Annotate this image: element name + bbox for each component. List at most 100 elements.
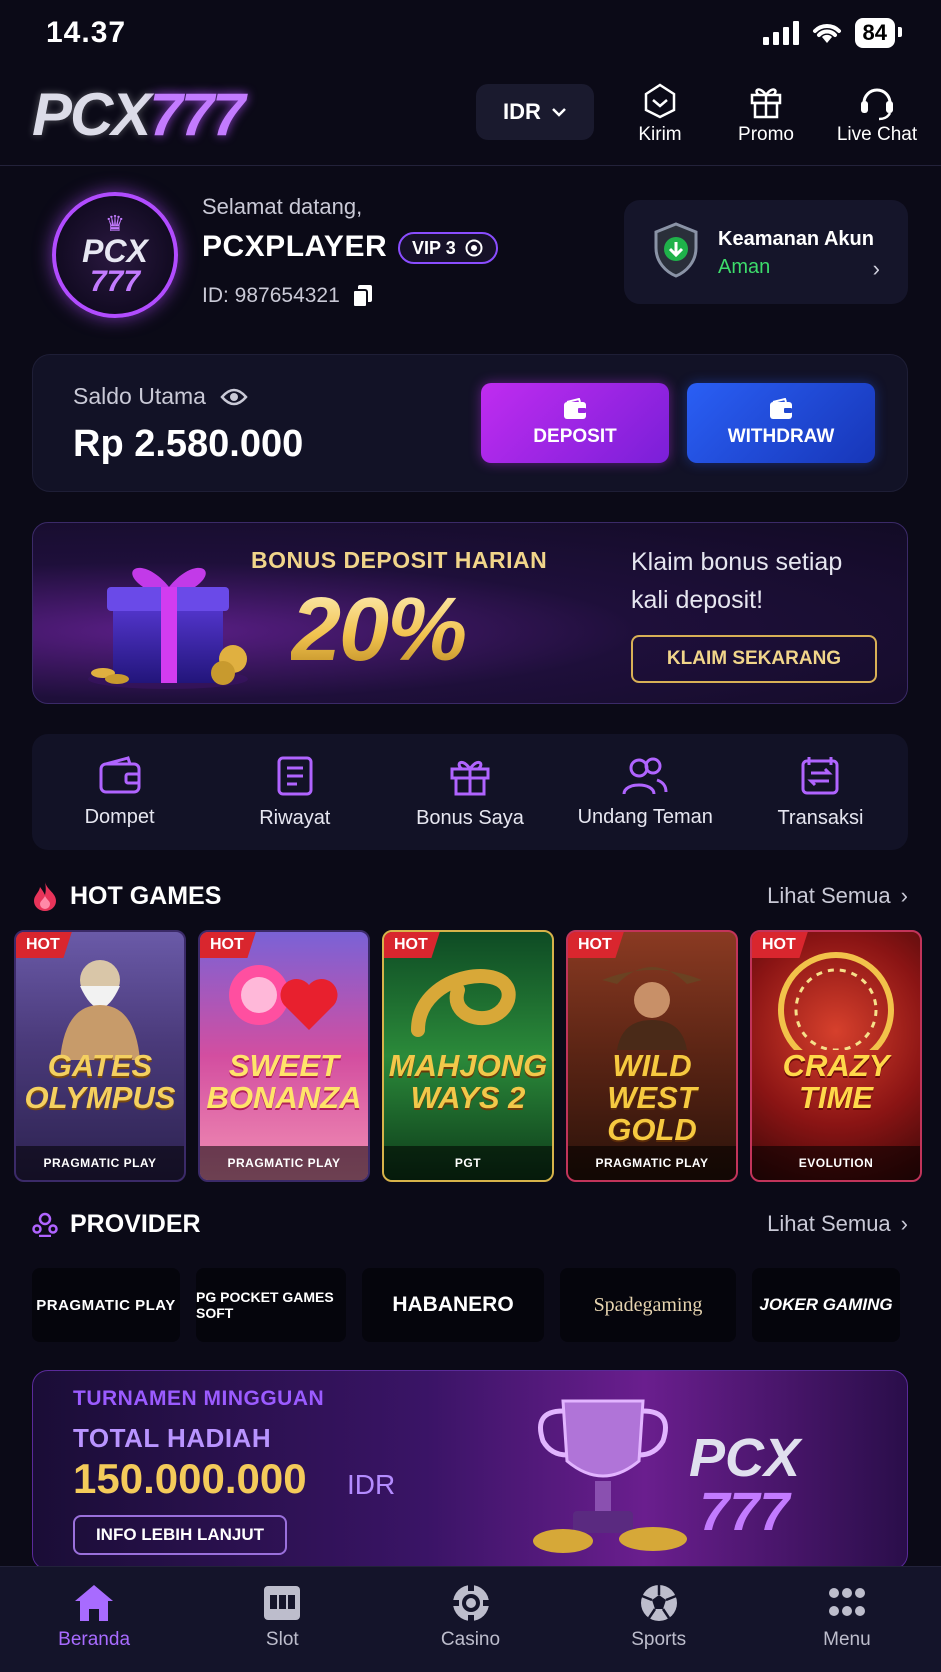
- provider-list: PRAGMATIC PLAY PG POCKET GAMES SOFT HABA…: [32, 1268, 908, 1342]
- currency-label: IDR: [503, 99, 541, 124]
- nav-sports[interactable]: Sports: [565, 1567, 753, 1672]
- hot-games-title: HOT GAMES: [70, 881, 222, 910]
- hot-games-list: HOT GATES OLYMPUS PRAGMATIC PLAY HOT SWE…: [14, 930, 941, 1182]
- wallet-icon: [99, 755, 141, 793]
- nav-label: Slot: [265, 1629, 299, 1650]
- quick-item-transaksi[interactable]: Transaksi: [733, 734, 908, 850]
- hot-badge: HOT: [200, 932, 256, 958]
- transaction-icon: [801, 756, 839, 794]
- deposit-button[interactable]: DEPOSIT: [481, 383, 669, 463]
- game-provider: PRAGMATIC PLAY: [200, 1146, 368, 1180]
- currency-selector[interactable]: IDR: [476, 84, 594, 140]
- promo-percentage: 20%: [291, 580, 467, 680]
- trophy-illustration: [533, 1399, 687, 1553]
- withdraw-button[interactable]: WITHDRAW: [687, 383, 875, 463]
- grid-icon: [828, 1588, 865, 1616]
- game-card-mahjong-ways-2[interactable]: HOT MAHJONG WAYS 2 PGT: [382, 930, 554, 1182]
- claim-now-button[interactable]: KLAIM SEKARANG: [631, 635, 877, 683]
- promo-title: BONUS DEPOSIT HARIAN: [251, 547, 548, 573]
- promo-label: Promo: [738, 124, 794, 145]
- fire-icon: [34, 882, 56, 911]
- bottom-navigation: Beranda Slot Casino Sports Menu: [0, 1566, 941, 1672]
- chevron-right-icon: ›: [900, 883, 908, 908]
- zeus-illustration: [60, 960, 140, 1060]
- provider-habanero[interactable]: HABANERO: [362, 1268, 544, 1342]
- hot-badge: HOT: [752, 932, 808, 958]
- battery-indicator: 84: [854, 18, 903, 48]
- avatar[interactable]: ♛ PCX 777: [52, 192, 178, 318]
- nav-slot[interactable]: Slot: [188, 1567, 376, 1672]
- nav-label: Menu: [823, 1629, 871, 1650]
- signal-icon: [762, 21, 799, 45]
- game-name: GATES OLYMPUS: [24, 1048, 176, 1115]
- provider-joker-gaming[interactable]: JOKER GAMING: [752, 1268, 900, 1342]
- provider-header: PROVIDER Lihat Semua ›: [32, 1204, 908, 1244]
- chevron-right-icon: ›: [872, 256, 880, 281]
- game-card-wild-west-gold[interactable]: HOT WILD WEST GOLD PRAGMATIC PLAY: [566, 930, 738, 1182]
- quick-label: Dompet: [84, 805, 155, 828]
- live-chat-button[interactable]: Live Chat: [822, 78, 932, 146]
- account-security-card[interactable]: Keamanan Akun Aman ›: [624, 200, 908, 304]
- gift-icon: [450, 760, 490, 795]
- wheel-illustration: [778, 952, 894, 1050]
- headset-icon: [861, 88, 893, 121]
- game-provider: PGT: [384, 1146, 552, 1180]
- game-card-sweet-bonanza[interactable]: HOT SWEET BONANZA PRAGMATIC PLAY: [198, 930, 370, 1182]
- kirim-label: Kirim: [638, 124, 682, 145]
- quick-item-dompet[interactable]: Dompet: [32, 734, 207, 850]
- shield-check-icon: [654, 222, 698, 278]
- withdraw-label: WITHDRAW: [727, 426, 835, 447]
- tournament-banner[interactable]: TURNAMEN MINGGUAN TOTAL HADIAH 150.000.0…: [32, 1370, 908, 1570]
- copy-icon[interactable]: [351, 284, 374, 308]
- balance-label: Saldo Utama: [73, 383, 206, 409]
- nav-casino[interactable]: Casino: [376, 1567, 564, 1672]
- info-button[interactable]: INFO LEBIH LANJUT: [73, 1515, 287, 1555]
- hot-badge: HOT: [16, 932, 72, 958]
- nav-label: Casino: [440, 1629, 501, 1650]
- hot-games-header: HOT GAMES Lihat Semua ›: [32, 876, 908, 916]
- game-card-crazy-time[interactable]: HOT CRAZY TIME EVOLUTION: [750, 930, 922, 1182]
- provider-pg-soft[interactable]: PG POCKET GAMES SOFT: [196, 1268, 346, 1342]
- vip-badge[interactable]: VIP 3: [398, 232, 498, 264]
- promo-button[interactable]: Promo: [716, 78, 816, 146]
- username: PCXPLAYER: [202, 230, 388, 263]
- security-status: Aman: [718, 256, 771, 278]
- game-provider: PRAGMATIC PLAY: [568, 1146, 736, 1180]
- nav-menu[interactable]: Menu: [753, 1567, 941, 1672]
- hot-badge: HOT: [568, 932, 624, 958]
- daily-bonus-banner[interactable]: BONUS DEPOSIT HARIAN 20% Klaim bonus set…: [32, 522, 908, 704]
- gift-icon: [750, 88, 782, 119]
- slot-icon: [264, 1586, 301, 1620]
- quick-item-riwayat[interactable]: Riwayat: [207, 734, 382, 850]
- user-id-text: ID: 987654321: [202, 284, 340, 307]
- balance-label-row: Saldo Utama: [73, 383, 248, 410]
- tournament-title: TURNAMEN MINGGUAN: [73, 1387, 325, 1410]
- hot-badge: HOT: [384, 932, 440, 958]
- eye-icon[interactable]: [220, 387, 248, 407]
- game-name: CRAZY TIME: [782, 1048, 890, 1115]
- deposit-label: DEPOSIT: [533, 426, 617, 447]
- status-icons: 84: [762, 18, 903, 48]
- game-card-gates-olympus[interactable]: HOT GATES OLYMPUS PRAGMATIC PLAY: [14, 930, 186, 1182]
- app-logo[interactable]: PCX777: [32, 80, 245, 149]
- game-provider: PRAGMATIC PLAY: [16, 1146, 184, 1180]
- welcome-text: Selamat datang,: [202, 194, 363, 219]
- wifi-icon: [812, 24, 841, 43]
- provider-title-row: PROVIDER: [32, 1210, 201, 1239]
- game-name: WILD WEST GOLD: [607, 1048, 697, 1147]
- kirim-button[interactable]: Kirim: [610, 78, 710, 146]
- home-icon: [75, 1585, 114, 1621]
- quick-item-bonus-saya[interactable]: Bonus Saya: [382, 734, 557, 850]
- quick-item-undang-teman[interactable]: Undang Teman: [558, 734, 733, 850]
- dragon-illustration: [411, 969, 516, 1037]
- promo-description: Klaim bonus setiap kali deposit!: [631, 548, 843, 614]
- tournament-logo: PCX 777: [689, 1428, 801, 1542]
- provider-spadegaming[interactable]: Spadegaming: [560, 1268, 736, 1342]
- nav-beranda[interactable]: Beranda: [0, 1567, 188, 1672]
- provider-pragmatic-play[interactable]: PRAGMATIC PLAY: [32, 1268, 180, 1342]
- provider-see-all[interactable]: Lihat Semua ›: [767, 1211, 908, 1237]
- send-gift-icon: [644, 83, 676, 119]
- live-chat-label: Live Chat: [836, 124, 918, 145]
- quick-menu: Dompet Riwayat Bonus Saya Undang Teman T…: [32, 734, 908, 850]
- hot-games-see-all[interactable]: Lihat Semua ›: [767, 883, 908, 909]
